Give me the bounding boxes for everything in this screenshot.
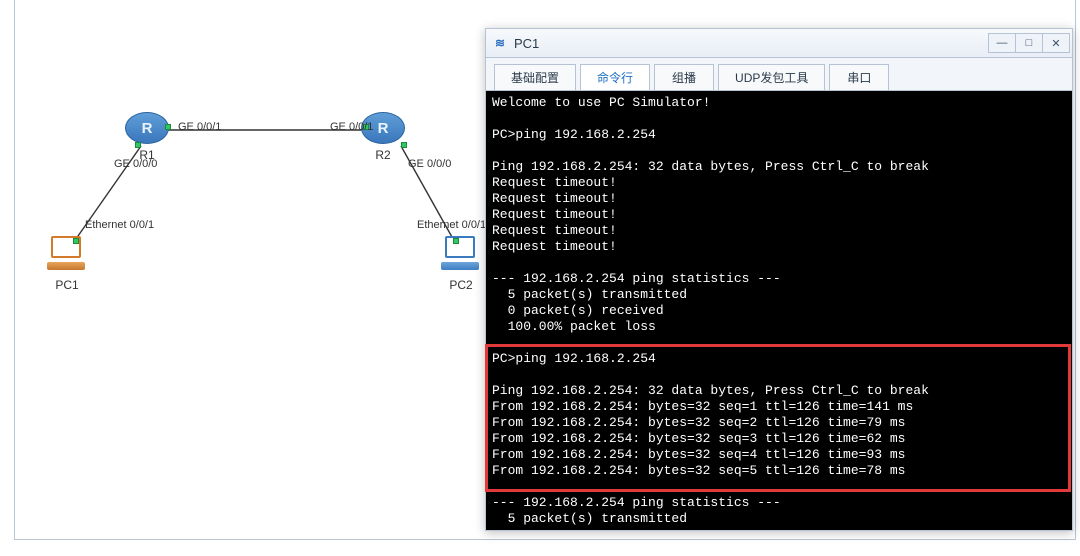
tab-组播[interactable]: 组播 [654, 64, 714, 90]
port-indicator [135, 142, 141, 148]
maximize-button[interactable]: □ [1015, 33, 1043, 53]
if-label: Ethernet 0/0/1 [417, 219, 486, 231]
device-label-r2: R2 [353, 148, 413, 162]
if-label: GE 0/0/0 [408, 158, 451, 170]
minimize-button[interactable]: — [988, 33, 1016, 53]
device-r1[interactable]: R R1 [125, 112, 169, 146]
terminal-window[interactable]: ≋ PC1 — □ ✕ 基础配置命令行组播UDP发包工具串口 Welcome t… [485, 28, 1073, 531]
port-indicator [453, 238, 459, 244]
tab-UDP发包工具[interactable]: UDP发包工具 [718, 64, 825, 90]
port-indicator [401, 142, 407, 148]
tab-基础配置[interactable]: 基础配置 [494, 64, 576, 90]
device-pc2[interactable]: PC2 [439, 236, 483, 278]
if-label: Ethernet 0/0/1 [85, 219, 154, 231]
port-indicator [73, 238, 79, 244]
if-label: GE 0/0/0 [114, 158, 157, 170]
app-icon: ≋ [492, 35, 508, 51]
terminal-tabs: 基础配置命令行组播UDP发包工具串口 [485, 58, 1073, 91]
tab-串口[interactable]: 串口 [829, 64, 889, 90]
close-button[interactable]: ✕ [1042, 33, 1070, 53]
terminal-titlebar[interactable]: ≋ PC1 — □ ✕ [485, 28, 1073, 58]
minimize-icon: — [997, 37, 1008, 49]
if-label: GE 0/0/1 [178, 121, 221, 133]
maximize-icon: □ [1026, 37, 1033, 49]
console-output[interactable]: Welcome to use PC Simulator! PC>ping 192… [485, 91, 1073, 531]
port-indicator [165, 124, 171, 130]
device-label-pc2: PC2 [431, 278, 491, 292]
tab-命令行[interactable]: 命令行 [580, 64, 650, 90]
close-icon: ✕ [1051, 37, 1060, 50]
if-label: GE 0/0/1 [330, 121, 373, 133]
device-pc1[interactable]: PC1 [45, 236, 89, 278]
router-glyph: R [378, 120, 389, 137]
router-glyph: R [142, 120, 153, 137]
window-title: PC1 [514, 36, 539, 51]
device-label-pc1: PC1 [37, 278, 97, 292]
